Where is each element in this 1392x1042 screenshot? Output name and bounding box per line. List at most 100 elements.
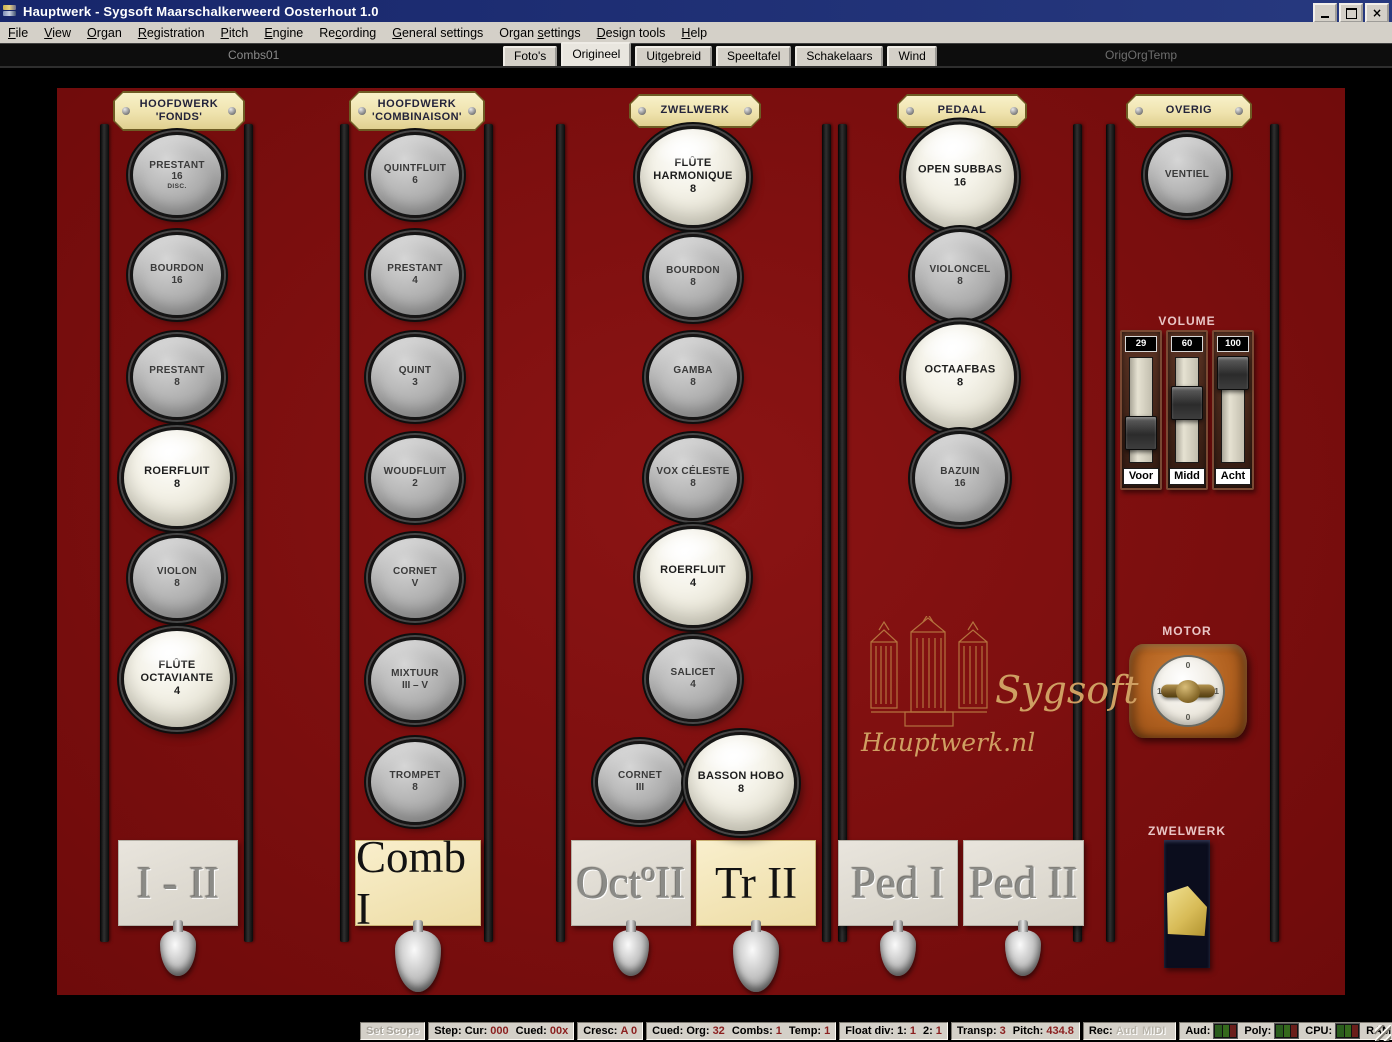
pull-i-ii[interactable] (160, 930, 196, 976)
status-cued: Cued:Org:32 Combs:1 Temp:1 (646, 1022, 836, 1040)
menu-bar: File View Organ Registration Pitch Engin… (0, 22, 1392, 44)
stop-woudfluit-2[interactable]: WOUDFLUIT2 (368, 435, 462, 521)
volume-slider-midd[interactable]: 60 Midd (1166, 330, 1208, 490)
menu-engine[interactable]: Engine (256, 24, 311, 42)
volume-thumb[interactable] (1125, 416, 1157, 450)
stop-violoncel-8[interactable]: VIOLONCEL8 (912, 229, 1008, 323)
menu-registration[interactable]: Registration (130, 24, 213, 42)
minimize-button[interactable] (1313, 3, 1337, 23)
tab-strip: Combs01 Foto's Origineel Uitgebreid Spee… (0, 44, 1392, 68)
stop-flute-harmonique-8[interactable]: FLÛTE HARMONIQUE8 (637, 126, 749, 228)
stop-cornet-iii[interactable]: CORNETIII (595, 741, 685, 823)
volume-label-acht: Acht (1215, 468, 1251, 485)
stop-rail (556, 124, 565, 942)
motor-switch-disc: 0 0 1 1 (1151, 655, 1225, 727)
resize-grip[interactable] (1375, 1025, 1391, 1041)
pull-oct-ii[interactable] (613, 930, 649, 976)
volume-thumb[interactable] (1217, 356, 1249, 390)
stop-quintfluit-6[interactable]: QUINTFLUIT6 (368, 132, 462, 218)
tab-uitgebreid[interactable]: Uitgebreid (635, 46, 712, 66)
volume-track[interactable] (1221, 357, 1245, 463)
stop-bourdon-16[interactable]: BOURDON16 (130, 232, 224, 318)
polyphony-meter (1274, 1023, 1299, 1039)
coupler-ped-ii[interactable]: Ped II (963, 840, 1084, 926)
menu-recording[interactable]: Recording (311, 24, 384, 42)
volume-value-voor: 29 (1125, 336, 1157, 352)
stop-flute-octaviante-4[interactable]: FLÛTE OCTAVIANTE4 (121, 628, 233, 730)
motor-title: MOTOR (1162, 624, 1211, 638)
motor-switch[interactable]: 0 0 1 1 (1129, 644, 1247, 738)
set-scope-button[interactable]: Set Scope (360, 1022, 425, 1040)
swell-pedal[interactable] (1167, 886, 1207, 936)
stop-cornet-v[interactable]: CORNETV (368, 535, 462, 621)
coupler-oct-ii[interactable]: OctºII (571, 840, 691, 926)
tab-wind[interactable]: Wind (887, 46, 936, 66)
temperament-label: OrigOrgTemp (1105, 48, 1177, 62)
division-plaque-hoofdwerk-fonds: HOOFDWERK 'FONDS' (113, 91, 245, 131)
stop-roerfluit-8[interactable]: ROERFLUIT8 (121, 427, 233, 529)
menu-design-tools[interactable]: Design tools (589, 24, 674, 42)
tab-schakelaars[interactable]: Schakelaars (795, 46, 883, 66)
stop-violon-8[interactable]: VIOLON8 (130, 535, 224, 621)
menu-file[interactable]: File (0, 24, 36, 42)
tab-origineel[interactable]: Origineel (561, 42, 631, 66)
tab-fotos[interactable]: Foto's (503, 46, 557, 66)
stop-prestant-4[interactable]: PRESTANT4 (368, 232, 462, 318)
swell-title: ZWELWERK (1148, 824, 1226, 838)
stop-octaafbas-8[interactable]: OCTAAFBAS8 (903, 322, 1017, 433)
menu-help[interactable]: Help (673, 24, 715, 42)
pull-tr-ii[interactable] (733, 930, 779, 992)
stop-bourdon-8[interactable]: BOURDON8 (646, 234, 740, 320)
volume-track[interactable] (1175, 357, 1199, 463)
stop-rail (484, 124, 493, 942)
coupler-tr-ii[interactable]: Tr II (696, 840, 816, 926)
pull-ped-ii[interactable] (1005, 930, 1041, 976)
stop-bazuin-16[interactable]: BAZUIN16 (912, 431, 1008, 525)
stop-roerfluit-4[interactable]: ROERFLUIT4 (637, 526, 749, 628)
volume-label-voor: Voor (1123, 468, 1159, 485)
volume-slider-acht[interactable]: 100 Acht (1212, 330, 1254, 490)
coupler-i-ii[interactable]: I - II (118, 840, 238, 926)
stop-mixtuur[interactable]: MIXTUURIII – V (368, 637, 462, 723)
organ-console: HOOFDWERK 'FONDS' HOOFDWERK 'COMBINAISON… (57, 88, 1345, 995)
stop-open-subbas-16[interactable]: OPEN SUBBAS16 (903, 122, 1017, 233)
brand-site: Hauptwerk.nl (861, 728, 1035, 757)
stop-rail (244, 124, 253, 942)
stop-prestant-16[interactable]: PRESTANT16DISC. (130, 132, 224, 218)
status-bar: Set Scope Step:Cur:000 Cued:00x Cresc:A … (0, 1020, 1392, 1042)
status-crescendo: Cresc:A 0 (577, 1022, 643, 1040)
status-step: Step:Cur:000 Cued:00x (428, 1022, 574, 1040)
menu-organ-settings[interactable]: Organ settings (491, 24, 588, 42)
stop-prestant-8[interactable]: PRESTANT8 (130, 334, 224, 420)
stop-ventiel[interactable]: VENTIEL (1145, 134, 1229, 216)
division-plaque-overig: OVERIG (1126, 94, 1252, 128)
stop-rail (1073, 124, 1082, 942)
pull-ped-i[interactable] (880, 930, 916, 976)
stop-quint-3[interactable]: QUINT3 (368, 334, 462, 420)
volume-slider-voor[interactable]: 29 Voor (1120, 330, 1162, 490)
combination-set-label: Combs01 (228, 48, 279, 62)
tab-speeltafel[interactable]: Speeltafel (716, 46, 791, 66)
swell-pedal-box (1164, 840, 1210, 968)
menu-pitch[interactable]: Pitch (213, 24, 257, 42)
pull-comb-i[interactable] (395, 930, 441, 992)
stop-vox-celeste-8[interactable]: VOX CÉLESTE8 (646, 435, 740, 521)
volume-track[interactable] (1129, 357, 1153, 463)
status-recording: Rec:AudMIDI (1083, 1022, 1176, 1040)
coupler-ped-i[interactable]: Ped I (838, 840, 958, 926)
maximize-button[interactable] (1339, 3, 1363, 23)
stop-trompet-8[interactable]: TROMPET8 (368, 739, 462, 825)
stop-basson-hobo-8[interactable]: BASSON HOBO8 (685, 732, 797, 834)
motor-toggle-handle[interactable] (1161, 685, 1215, 698)
close-button[interactable]: × (1365, 3, 1389, 23)
menu-view[interactable]: View (36, 24, 79, 42)
menu-general-settings[interactable]: General settings (384, 24, 491, 42)
stop-salicet-4[interactable]: SALICET4 (646, 636, 740, 722)
organ-facade-drawing (865, 616, 995, 728)
coupler-comb-i[interactable]: Comb I (355, 840, 481, 926)
stop-gamba-8[interactable]: GAMBA8 (646, 334, 740, 420)
volume-thumb[interactable] (1171, 386, 1203, 420)
menu-organ[interactable]: Organ (79, 24, 130, 42)
volume-value-acht: 100 (1217, 336, 1249, 352)
stop-rail (100, 124, 109, 942)
